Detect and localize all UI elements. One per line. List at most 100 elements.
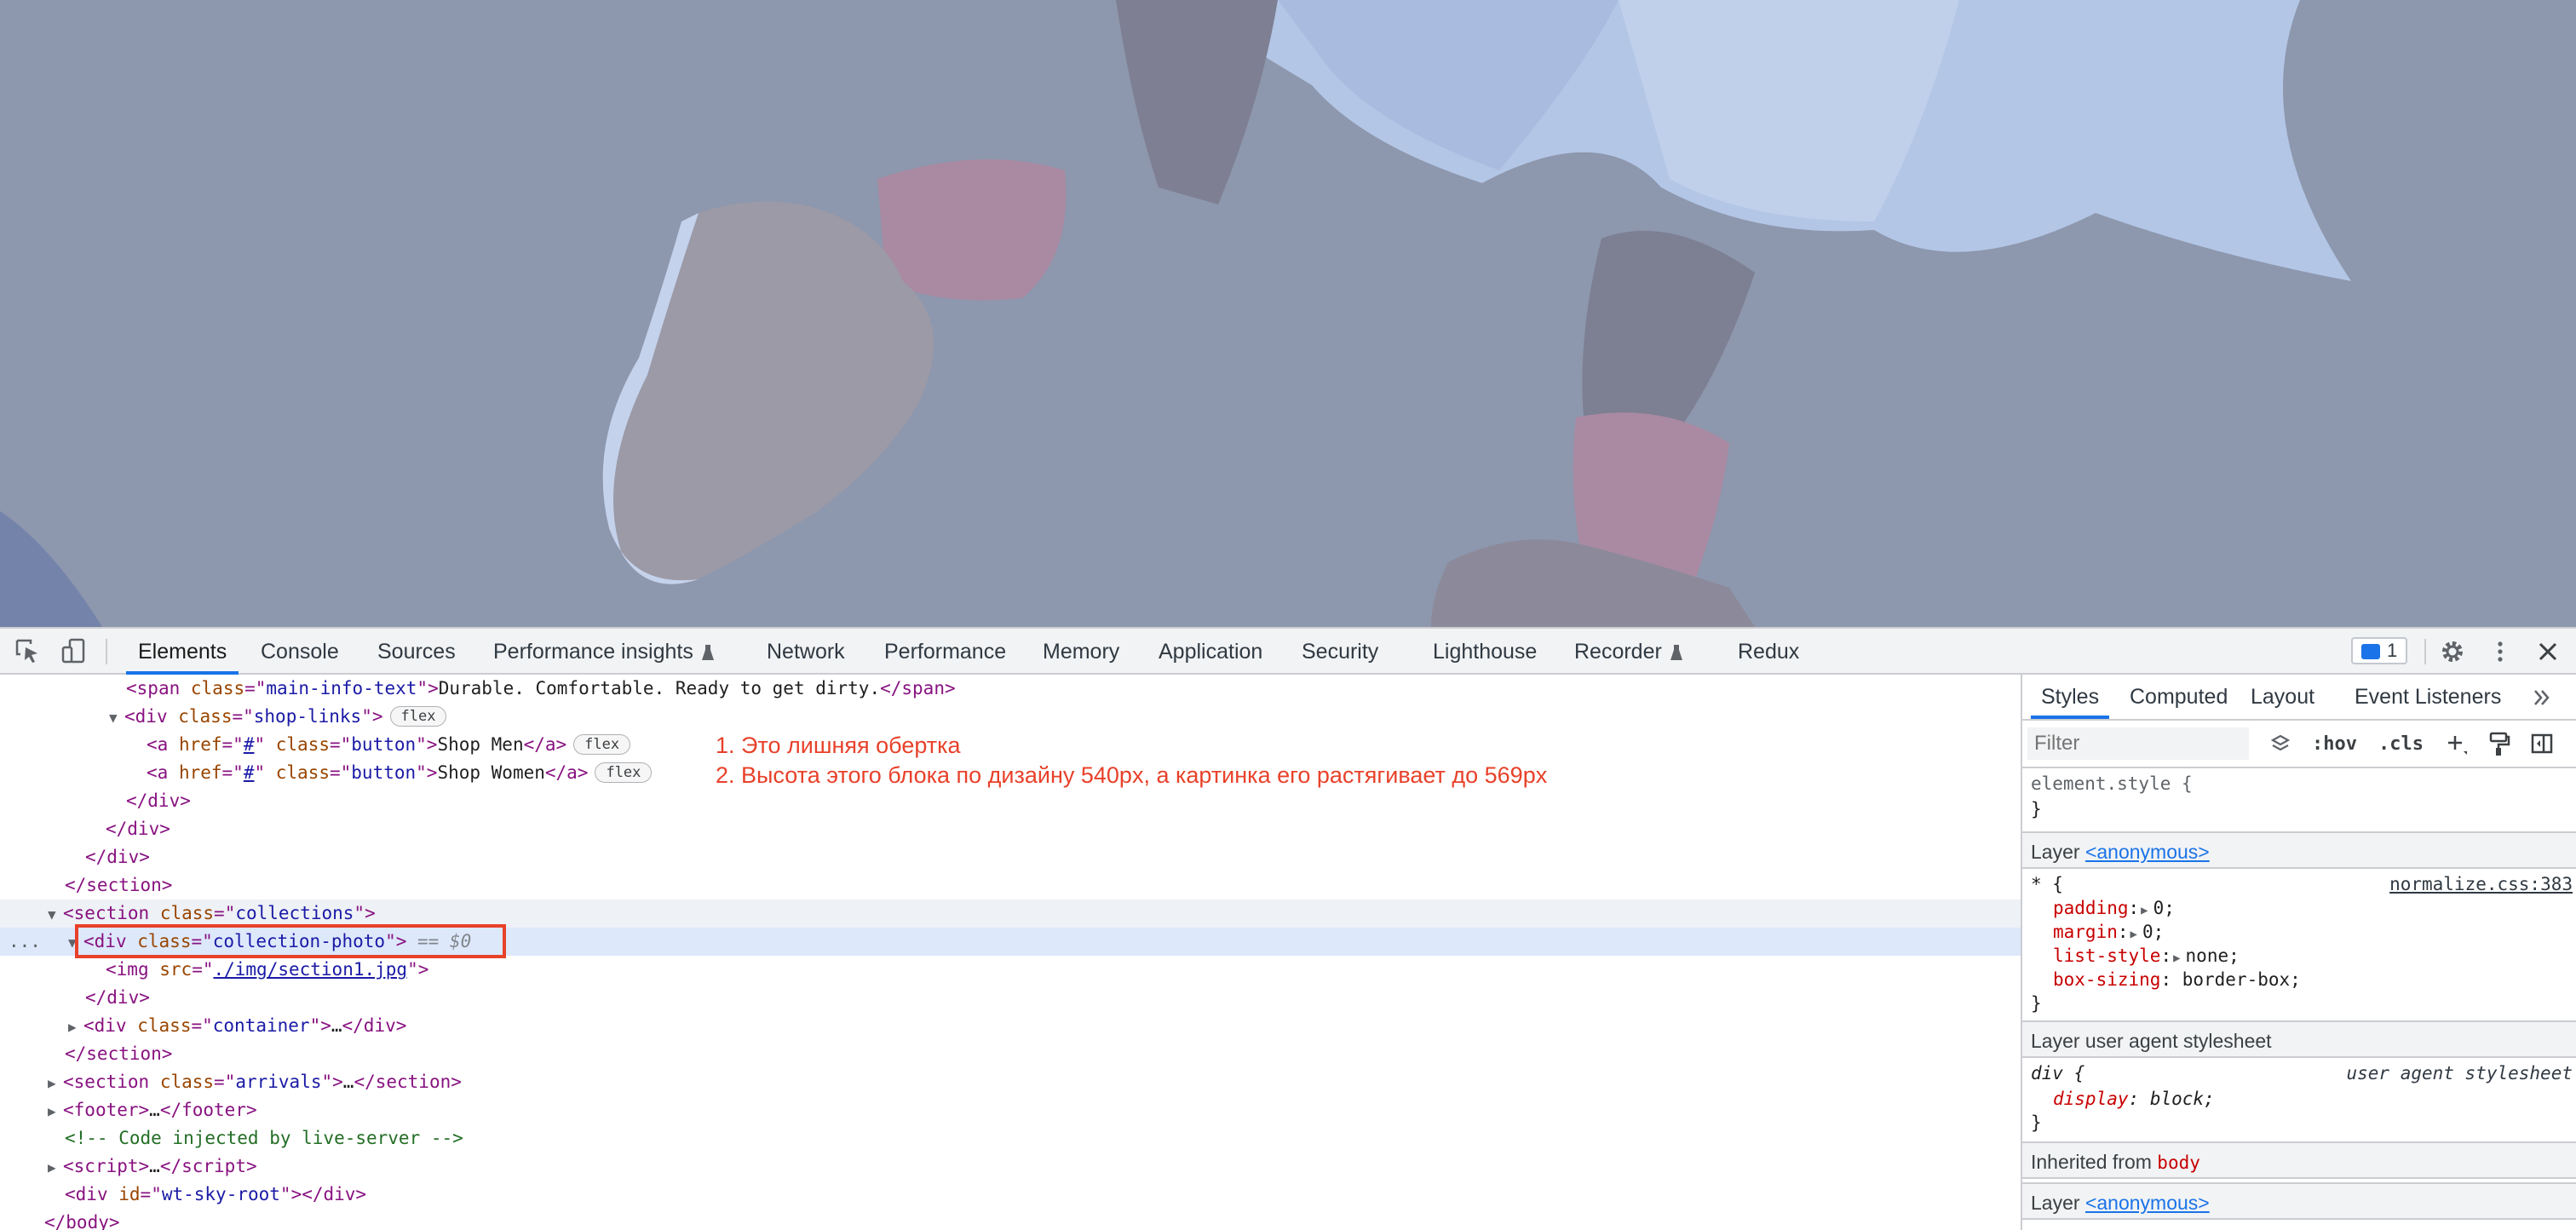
devtools-panel: Elements Console Sources Performance ins… bbox=[0, 627, 2576, 1230]
css-declaration[interactable]: padding: ▶ 0; bbox=[2031, 898, 2175, 918]
css-property: margin bbox=[2053, 922, 2118, 942]
dom-node-script[interactable]: ▶ <script>…</script> bbox=[0, 1152, 257, 1181]
flex-badge[interactable]: flex bbox=[573, 734, 631, 755]
paint-roller-icon[interactable] bbox=[2487, 731, 2511, 756]
tab-event-listeners[interactable]: Event Listeners bbox=[2355, 675, 2501, 719]
tag-name: span bbox=[136, 678, 181, 698]
more-tabs-chevron-icon[interactable] bbox=[2530, 687, 2554, 709]
tag-name: section bbox=[73, 903, 150, 923]
stylesheet-source-link[interactable]: normalize.css:383 bbox=[2389, 874, 2573, 894]
flex-badge[interactable]: flex bbox=[595, 762, 653, 783]
node-actions-ellipsis[interactable]: ... bbox=[9, 928, 41, 956]
dom-close-div[interactable]: </div> bbox=[0, 815, 170, 843]
layer-link-anonymous[interactable]: <anonymous> bbox=[2085, 841, 2210, 863]
dom-close-div[interactable]: </div> bbox=[0, 843, 150, 871]
tab-layout[interactable]: Layout bbox=[2251, 675, 2314, 719]
expand-shorthand-icon[interactable]: ▶ bbox=[2130, 928, 2137, 941]
dom-node-collection-photo-selected[interactable]: ▼ <div class="collection-photo"> == $0 bbox=[0, 928, 2021, 956]
dom-node-section-arrivals[interactable]: ▶ <section class="arrivals">…</section> bbox=[0, 1068, 462, 1096]
flex-badge[interactable]: flex bbox=[389, 706, 447, 727]
dom-node-footer[interactable]: ▶ <footer>…</footer> bbox=[0, 1096, 257, 1124]
expand-triangle-icon[interactable]: ▶ bbox=[48, 1069, 63, 1097]
toggle-sidebar-icon[interactable] bbox=[2530, 733, 2554, 755]
tab-styles[interactable]: Styles bbox=[2030, 675, 2110, 719]
dom-comment[interactable]: <!-- Code injected by live-server --> bbox=[0, 1124, 463, 1152]
dom-node-section-collections[interactable]: ▼ <section class="collections"> bbox=[0, 900, 2021, 928]
tab-performance-insights-label: Performance insights bbox=[493, 640, 693, 664]
new-style-rule-icon[interactable] bbox=[2445, 733, 2469, 756]
toggle-layers-icon[interactable] bbox=[2269, 733, 2291, 755]
rule-selector[interactable]: * { bbox=[2031, 874, 2063, 894]
tab-lighthouse[interactable]: Lighthouse bbox=[1433, 629, 1537, 675]
dom-close-div[interactable]: </div> bbox=[0, 984, 150, 1012]
tab-memory[interactable]: Memory bbox=[1043, 629, 1119, 675]
collapsed-ellipsis[interactable]: … bbox=[331, 1015, 342, 1036]
dom-close-div[interactable]: </div> bbox=[0, 787, 191, 815]
collapsed-ellipsis[interactable]: … bbox=[149, 1100, 160, 1120]
tab-redux[interactable]: Redux bbox=[1738, 629, 1799, 675]
dom-node-container[interactable]: ▶ <div class="container">…</div> bbox=[0, 1012, 406, 1040]
dom-node-shop-links[interactable]: ▼ <div class="shop-links"> flex bbox=[0, 703, 447, 732]
annotation-note-2: 2. Высота этого блока по дизайну 540px, … bbox=[716, 762, 1548, 788]
tab-security[interactable]: Security bbox=[1302, 629, 1378, 675]
tab-performance[interactable]: Performance bbox=[884, 629, 1006, 675]
settings-gear-icon[interactable] bbox=[2438, 637, 2467, 666]
layer-link-anonymous[interactable]: <anonymous> bbox=[2085, 1192, 2210, 1214]
attr-value[interactable]: # bbox=[244, 734, 255, 755]
tab-performance-insights[interactable]: Performance insights bbox=[493, 629, 714, 675]
css-declaration[interactable]: list-style: ▶ none; bbox=[2031, 945, 2240, 966]
expand-shorthand-icon[interactable]: ▶ bbox=[2141, 904, 2148, 917]
tab-application[interactable]: Application bbox=[1159, 629, 1262, 675]
tag-name: div bbox=[94, 1015, 127, 1036]
layer-header-anonymous: Layer <anonymous> bbox=[2022, 831, 2576, 869]
dom-close-section[interactable]: </section> bbox=[0, 1040, 172, 1068]
collapsed-ellipsis[interactable]: … bbox=[343, 1072, 354, 1092]
tab-network[interactable]: Network bbox=[767, 629, 845, 675]
expand-triangle-icon[interactable]: ▼ bbox=[109, 704, 124, 732]
device-toolbar-icon[interactable] bbox=[60, 637, 89, 666]
styles-filter-input[interactable] bbox=[2027, 727, 2249, 760]
attr-value[interactable]: # bbox=[244, 762, 255, 783]
dom-node-link-shop-women[interactable]: <a href="#" class="button">Shop Women</a… bbox=[0, 759, 653, 787]
expand-triangle-icon[interactable]: ▼ bbox=[48, 900, 63, 928]
expand-shorthand-icon[interactable]: ▶ bbox=[2173, 951, 2180, 965]
attr-value[interactable]: ./img/section1.jpg bbox=[213, 959, 407, 980]
hover-state-toggle[interactable]: :hov bbox=[2312, 729, 2357, 760]
tag-name: div bbox=[94, 931, 127, 951]
experiment-flask-icon bbox=[701, 645, 714, 660]
inspect-element-icon[interactable] bbox=[14, 637, 43, 666]
issues-badge[interactable]: 1 bbox=[2351, 637, 2407, 664]
close-devtools-icon[interactable] bbox=[2533, 637, 2562, 666]
tab-recorder[interactable]: Recorder bbox=[1574, 629, 1682, 675]
tab-sources[interactable]: Sources bbox=[377, 629, 456, 675]
tab-elements[interactable]: Elements bbox=[125, 629, 239, 675]
expand-triangle-icon[interactable]: ▶ bbox=[48, 1153, 63, 1181]
toolbar-separator bbox=[2424, 639, 2426, 664]
attr-name: class bbox=[137, 1015, 192, 1036]
dom-close-section[interactable]: </section> bbox=[0, 871, 172, 900]
class-toggle[interactable]: .cls bbox=[2378, 729, 2424, 760]
css-value: border-box; bbox=[2182, 969, 2301, 990]
rule-selector[interactable]: div { bbox=[2031, 1063, 2084, 1083]
dom-node-wt-sky-root[interactable]: <div id="wt-sky-root"></div> bbox=[0, 1181, 366, 1209]
css-property: box-sizing bbox=[2053, 969, 2161, 990]
expand-triangle-icon[interactable]: ▶ bbox=[68, 1013, 83, 1041]
css-declaration[interactable]: display: block; bbox=[2031, 1089, 2215, 1109]
expand-triangle-icon[interactable]: ▶ bbox=[48, 1097, 63, 1125]
dom-node-span[interactable]: <span class="main-info-text">Durable. Co… bbox=[0, 675, 956, 703]
dom-close-body[interactable]: </body> bbox=[0, 1209, 120, 1230]
expand-triangle-icon[interactable]: ▼ bbox=[68, 928, 83, 957]
experiment-flask-icon bbox=[1670, 645, 1682, 660]
dom-node-img[interactable]: <img src="./img/section1.jpg"> bbox=[0, 956, 428, 984]
more-options-icon[interactable] bbox=[2486, 637, 2515, 666]
tab-console[interactable]: Console bbox=[261, 629, 339, 675]
inherited-tag[interactable]: body bbox=[2157, 1152, 2200, 1173]
tab-computed[interactable]: Computed bbox=[2130, 675, 2228, 719]
css-declaration[interactable]: margin: ▶ 0; bbox=[2031, 922, 2164, 942]
css-declaration[interactable]: box-sizing: border-box; bbox=[2031, 969, 2301, 990]
collapsed-ellipsis[interactable]: … bbox=[149, 1156, 160, 1176]
css-value: 0; bbox=[2142, 922, 2165, 942]
dom-node-link-shop-men[interactable]: <a href="#" class="button">Shop Men</a> f… bbox=[0, 731, 631, 759]
element-style-selector[interactable]: element.style { bbox=[2031, 773, 2193, 794]
tag-name: section bbox=[73, 1072, 150, 1092]
